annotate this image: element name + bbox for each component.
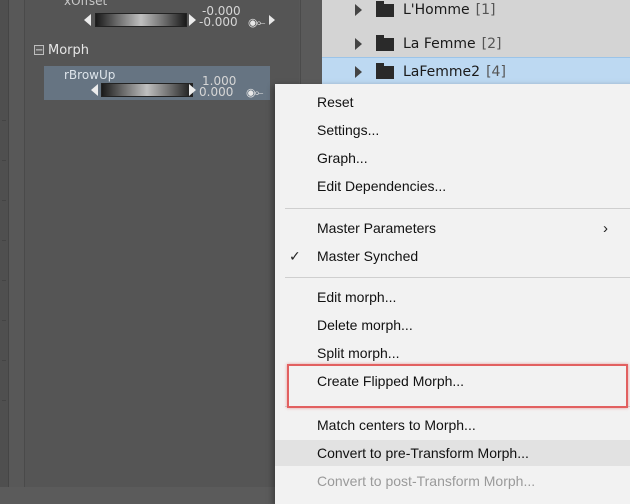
group-label: Morph [48,42,90,58]
menu-item-label: Graph... [317,150,368,166]
menu-item-split-morph[interactable]: Split morph... [275,340,630,366]
hierarchy-item[interactable]: La Femme [2] [322,30,630,58]
context-menu: Reset Settings... Graph... Edit Dependen… [275,84,630,504]
menu-item-label: Split morph... [317,345,400,361]
item-name: LaFemme2 [403,64,481,80]
menu-item-convert-pre-transform[interactable]: Convert to pre-Transform Morph... [275,440,630,466]
folder-icon [376,34,394,51]
increment-arrow-icon[interactable] [189,14,196,26]
menu-separator [285,208,630,209]
expand-arrow-icon[interactable] [355,66,362,78]
menu-item-graph[interactable]: Graph... [275,145,630,171]
param-name: xOffset [64,0,108,8]
param-value[interactable]: -0.000 [199,16,238,28]
item-count: [1] [475,2,496,18]
menu-item-label: Edit Dependencies... [317,178,447,194]
item-name: La Femme [403,36,476,52]
folder-icon [376,62,394,79]
checkmark-icon: ✓ [289,247,301,264]
menu-separator [285,277,630,278]
value-dial[interactable] [95,13,187,27]
folder-icon [376,0,394,17]
menu-item-settings[interactable]: Settings... [275,117,630,143]
menu-item-match-centers[interactable]: Match centers to Morph... [275,412,630,438]
keyframe-icon[interactable]: ◉⟜ [248,17,265,28]
menu-item-reset[interactable]: Reset [275,89,630,115]
menu-item-label: Match centers to Morph... [317,417,476,433]
morph-group-header[interactable]: − Morph [34,41,89,59]
menu-item-label: Master Parameters [317,220,437,236]
menu-item-delete-morph[interactable]: Delete morph... [275,312,630,338]
value-dial[interactable] [101,83,193,97]
parameters-panel: xOffset -0.000 -0.000 ◉⟜ − Morph rBrowUp… [0,0,323,487]
play-arrow-icon[interactable] [269,15,275,25]
expand-arrow-icon[interactable] [355,38,362,50]
menu-item-label: Edit morph... [317,289,397,305]
menu-item-label: Master Synched [317,248,419,264]
menu-item-edit-dependencies[interactable]: Edit Dependencies... [275,173,630,199]
param-name: rBrowUp [64,68,116,82]
menu-item-label: Delete morph... [317,317,413,333]
expand-arrow-icon[interactable] [355,4,362,16]
menu-item-convert-post-transform: Convert to post-Transform Morph... [275,468,630,494]
menu-item-label: Settings... [317,122,380,138]
hierarchy-item-selected[interactable]: LaFemme2 [4] [322,57,630,86]
decrement-arrow-icon[interactable] [91,84,98,96]
collapse-toggle-icon[interactable]: − [34,45,44,56]
param-value[interactable]: 0.000 [199,86,233,98]
chevron-right-icon: › [603,219,608,237]
menu-item-master-synched[interactable]: ✓ Master Synched [275,243,630,269]
increment-arrow-icon[interactable] [189,84,196,96]
menu-item-master-parameters[interactable]: Master Parameters › [275,215,630,241]
panel-side-strip [0,0,9,487]
item-count: [2] [481,36,502,52]
keyframe-icon[interactable]: ◉⟜ [246,87,263,98]
item-name: L'Homme [403,2,470,18]
highlight-annotation-box [287,364,628,408]
hierarchy-item[interactable]: L'Homme [1] [322,0,630,24]
item-count: [4] [486,64,506,80]
decrement-arrow-icon[interactable] [84,14,91,26]
menu-item-label: Convert to pre-Transform Morph... [317,445,529,461]
menu-item-edit-morph[interactable]: Edit morph... [275,284,630,310]
menu-item-label: Reset [317,94,354,110]
